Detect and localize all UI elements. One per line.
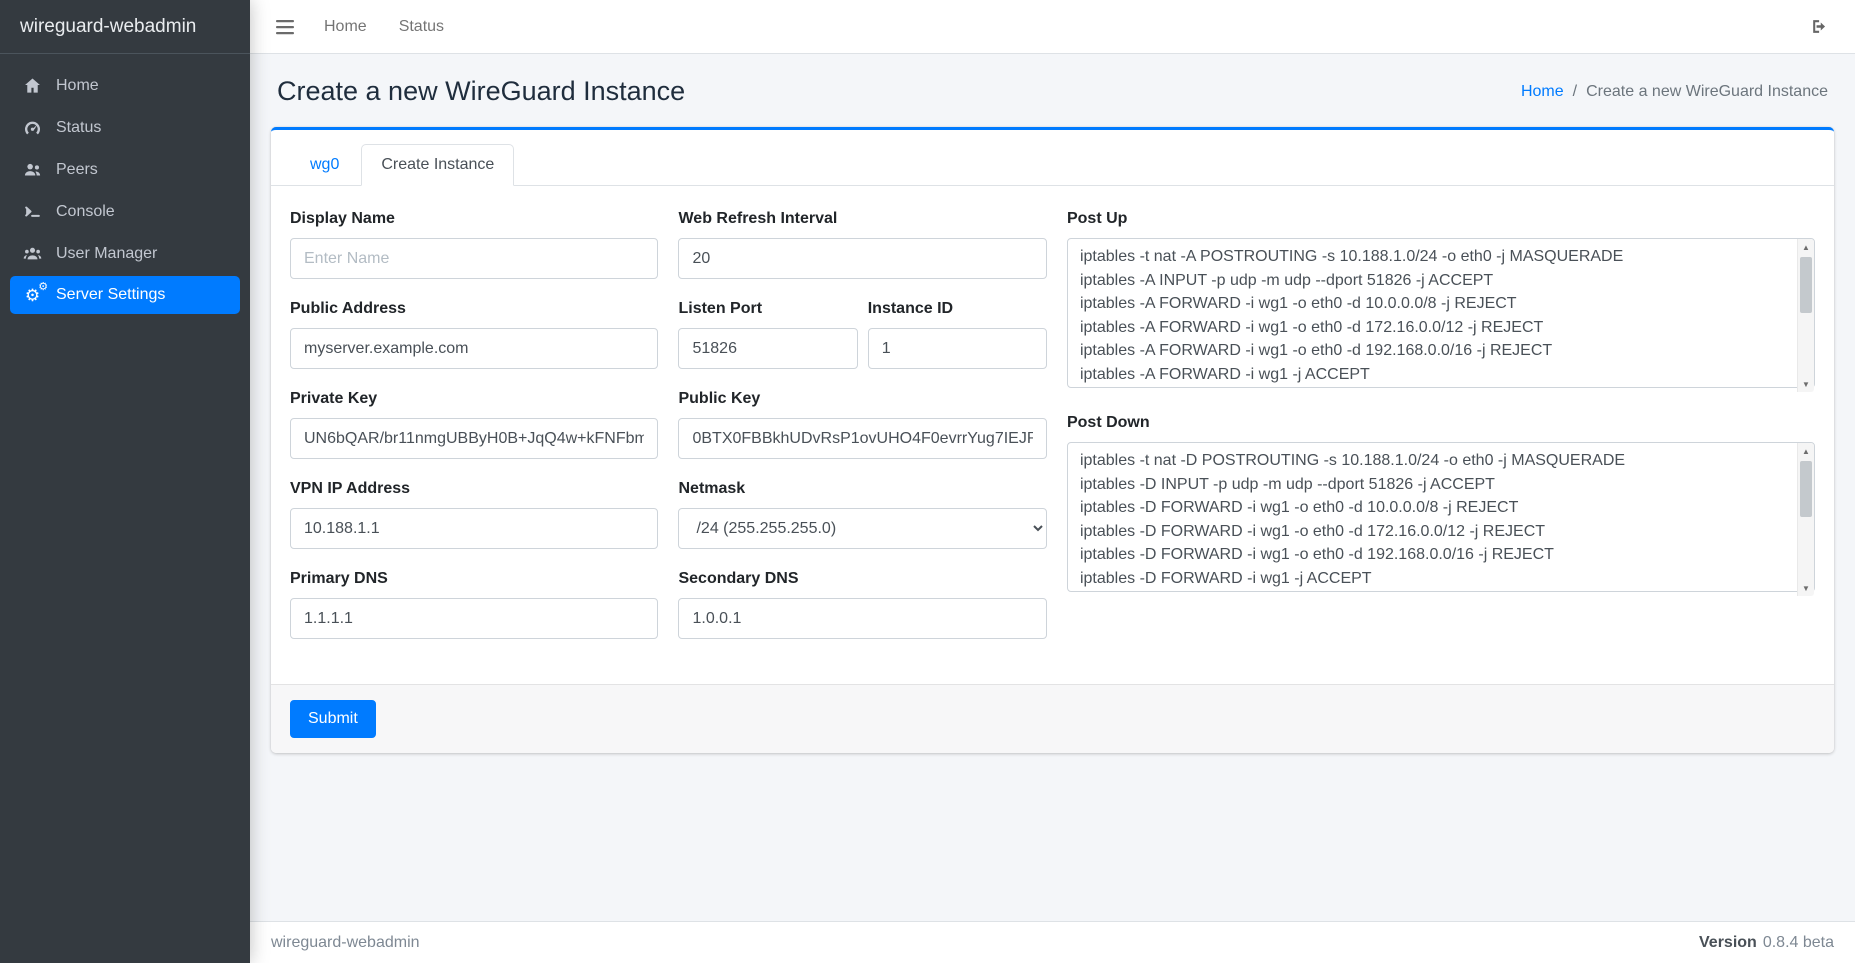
sidebar-item-home[interactable]: Home [10, 66, 240, 105]
sidebar-item-status[interactable]: Status [10, 108, 240, 147]
vpn-ip-address-input[interactable] [290, 508, 658, 549]
home-icon [18, 76, 47, 95]
post-down-label: Post Down [1067, 414, 1815, 432]
web-refresh-interval-input[interactable] [678, 238, 1046, 279]
display-name-label: Display Name [290, 210, 658, 228]
sidebar-item-label: Server Settings [56, 286, 165, 304]
topbar-link-status[interactable]: Status [385, 10, 458, 44]
topbar-link-home[interactable]: Home [310, 10, 381, 44]
post-up-label: Post Up [1067, 210, 1815, 228]
sidebar-item-server-settings[interactable]: ⚙⚙ Server Settings [10, 276, 240, 314]
breadcrumb-home-link[interactable]: Home [1521, 83, 1564, 101]
post-down-textarea[interactable]: iptables -t nat -D POSTROUTING -s 10.188… [1067, 442, 1815, 592]
user-manager-icon [18, 244, 47, 263]
scroll-up-icon[interactable]: ▲ [1798, 239, 1814, 255]
version-value: 0.8.4 beta [1763, 934, 1834, 952]
listen-port-input[interactable] [678, 328, 857, 369]
sidebar-item-console[interactable]: Console [10, 192, 240, 231]
instance-form: Display Name Public Address Private Key [271, 186, 1834, 674]
sidebar-item-peers[interactable]: Peers [10, 150, 240, 189]
server-settings-icon: ⚙⚙ [18, 287, 47, 304]
main-column: Home Status Create a new WireGuard Insta… [250, 0, 1855, 963]
sidebar-brand[interactable]: wireguard-webadmin [0, 0, 250, 54]
scroll-down-icon[interactable]: ▼ [1798, 580, 1814, 596]
netmask-label: Netmask [678, 480, 1046, 498]
private-key-label: Private Key [290, 390, 658, 408]
scroll-down-icon[interactable]: ▼ [1798, 376, 1814, 392]
footer-brand: wireguard-webadmin [271, 934, 420, 952]
private-key-input[interactable] [290, 418, 658, 459]
primary-dns-label: Primary DNS [290, 570, 658, 588]
card-footer: Submit [271, 684, 1834, 753]
sidebar-item-label: Status [56, 119, 101, 137]
sidebar-item-label: Home [56, 77, 99, 95]
submit-button[interactable]: Submit [290, 700, 376, 738]
public-address-label: Public Address [290, 300, 658, 318]
post-up-scrollbar[interactable]: ▲ ▼ [1797, 239, 1814, 392]
app-root: wireguard-webadmin Home Status Peers [0, 0, 1855, 963]
secondary-dns-label: Secondary DNS [678, 570, 1046, 588]
scrollbar-thumb[interactable] [1800, 461, 1812, 517]
post-down-scrollbar[interactable]: ▲ ▼ [1797, 443, 1814, 596]
status-icon [18, 118, 47, 137]
page-footer: wireguard-webadmin Version 0.8.4 beta [250, 921, 1855, 963]
public-address-input[interactable] [290, 328, 658, 369]
version-label: Version [1699, 934, 1757, 952]
breadcrumb: Home / Create a new WireGuard Instance [1521, 83, 1828, 101]
sidebar-item-label: Console [56, 203, 115, 221]
topbar: Home Status [250, 0, 1855, 54]
instance-id-input[interactable] [868, 328, 1047, 369]
public-key-label: Public Key [678, 390, 1046, 408]
sidebar-item-label: Peers [56, 161, 98, 179]
listen-port-label: Listen Port [678, 300, 857, 318]
content-area: Create a new WireGuard Instance Home / C… [250, 54, 1855, 921]
tab-create-instance[interactable]: Create Instance [361, 144, 514, 186]
tab-wg0[interactable]: wg0 [290, 144, 359, 186]
breadcrumb-current: Create a new WireGuard Instance [1586, 83, 1828, 101]
form-column-left: Display Name Public Address Private Key [290, 210, 658, 660]
instance-tabs: wg0 Create Instance [271, 130, 1834, 186]
secondary-dns-input[interactable] [678, 598, 1046, 639]
form-column-middle: Web Refresh Interval Listen Port Instanc… [678, 210, 1046, 660]
netmask-select[interactable]: /24 (255.255.255.0) [678, 508, 1046, 549]
content-header: Create a new WireGuard Instance Home / C… [271, 70, 1834, 127]
vpn-ip-address-label: VPN IP Address [290, 480, 658, 498]
peers-icon [18, 160, 47, 179]
scroll-up-icon[interactable]: ▲ [1798, 443, 1814, 459]
display-name-input[interactable] [290, 238, 658, 279]
public-key-input[interactable] [678, 418, 1046, 459]
sidebar-nav: Home Status Peers Console [0, 54, 250, 329]
console-icon [18, 202, 47, 221]
sidebar: wireguard-webadmin Home Status Peers [0, 0, 250, 963]
instance-card: wg0 Create Instance Display Name Public [271, 127, 1834, 753]
sidebar-item-label: User Manager [56, 245, 157, 263]
breadcrumb-separator: / [1573, 83, 1577, 101]
form-column-right: Post Up iptables -t nat -A POSTROUTING -… [1067, 210, 1815, 618]
primary-dns-input[interactable] [290, 598, 658, 639]
logout-button[interactable] [1798, 9, 1841, 44]
hamburger-button[interactable] [264, 11, 306, 43]
web-refresh-interval-label: Web Refresh Interval [678, 210, 1046, 228]
sign-out-icon [1810, 17, 1829, 36]
hamburger-icon [276, 19, 294, 35]
post-up-textarea[interactable]: iptables -t nat -A POSTROUTING -s 10.188… [1067, 238, 1815, 388]
page-title: Create a new WireGuard Instance [277, 76, 685, 107]
footer-version: Version 0.8.4 beta [1699, 934, 1834, 952]
instance-id-label: Instance ID [868, 300, 1047, 318]
scrollbar-thumb[interactable] [1800, 257, 1812, 313]
sidebar-item-user-manager[interactable]: User Manager [10, 234, 240, 273]
